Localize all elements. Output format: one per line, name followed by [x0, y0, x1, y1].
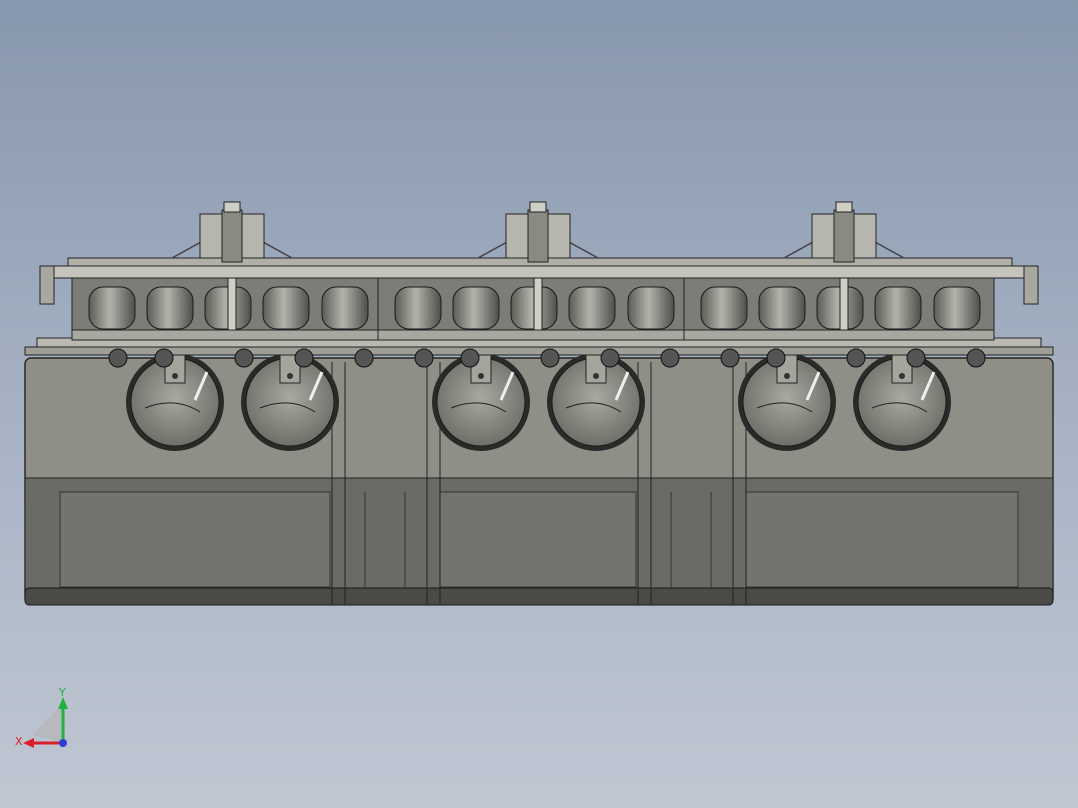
bearing-wheel [766, 348, 786, 368]
bed-plate [24, 337, 1054, 356]
bearing-wheel [354, 348, 374, 368]
z-axis-dot [59, 739, 67, 747]
drum-bolt [899, 373, 905, 379]
bearing-wheel [294, 348, 314, 368]
adjuster-shaft [533, 277, 543, 331]
adjuster-shaft [227, 277, 237, 331]
roller-cylinder [262, 286, 310, 330]
drum-bolt [784, 373, 790, 379]
bearing-wheel [720, 348, 740, 368]
bearing-wheel [966, 348, 986, 368]
bearing-wheel [540, 348, 560, 368]
frame-bar [683, 329, 995, 341]
drum-bolt [593, 373, 599, 379]
adjuster-column [833, 209, 855, 263]
roller-cylinder [88, 286, 136, 330]
roller-cylinder [758, 286, 806, 330]
bearing-wheel [600, 348, 620, 368]
adjuster-knob [835, 201, 853, 213]
roller-cylinder [146, 286, 194, 330]
roller-cylinder [394, 286, 442, 330]
bearing-wheel [234, 348, 254, 368]
adjuster-knob [223, 201, 241, 213]
roller-cylinder [933, 286, 981, 330]
adjuster-knob [529, 201, 547, 213]
x-axis-label: X [15, 735, 23, 748]
bearing-wheel [460, 348, 480, 368]
bearing-wheel [846, 348, 866, 368]
roller-cylinder [700, 286, 748, 330]
x-axis-arrow [23, 738, 34, 748]
bearing-wheel [660, 348, 680, 368]
machine-assembly-model[interactable] [0, 0, 1078, 808]
drum-bolt [287, 373, 293, 379]
frame-bar [71, 329, 383, 341]
adjuster-column [221, 209, 243, 263]
adjuster-shaft [839, 277, 849, 331]
bearing-wheel [414, 348, 434, 368]
bearing-wheel [108, 348, 128, 368]
roller-cylinder [452, 286, 500, 330]
cad-viewport[interactable]: Y X [0, 0, 1078, 808]
drum-bolt [478, 373, 484, 379]
frame-bar [377, 329, 689, 341]
roller-cylinder [321, 286, 369, 330]
axis-triad: Y X [15, 686, 68, 748]
y-axis-label: Y [58, 686, 66, 699]
bearing-wheel [154, 348, 174, 368]
adjuster-column [527, 209, 549, 263]
roller-cylinder [874, 286, 922, 330]
bearing-wheel [906, 348, 926, 368]
roller-cylinder [568, 286, 616, 330]
roller-cylinder [627, 286, 675, 330]
drum-bolt [172, 373, 178, 379]
